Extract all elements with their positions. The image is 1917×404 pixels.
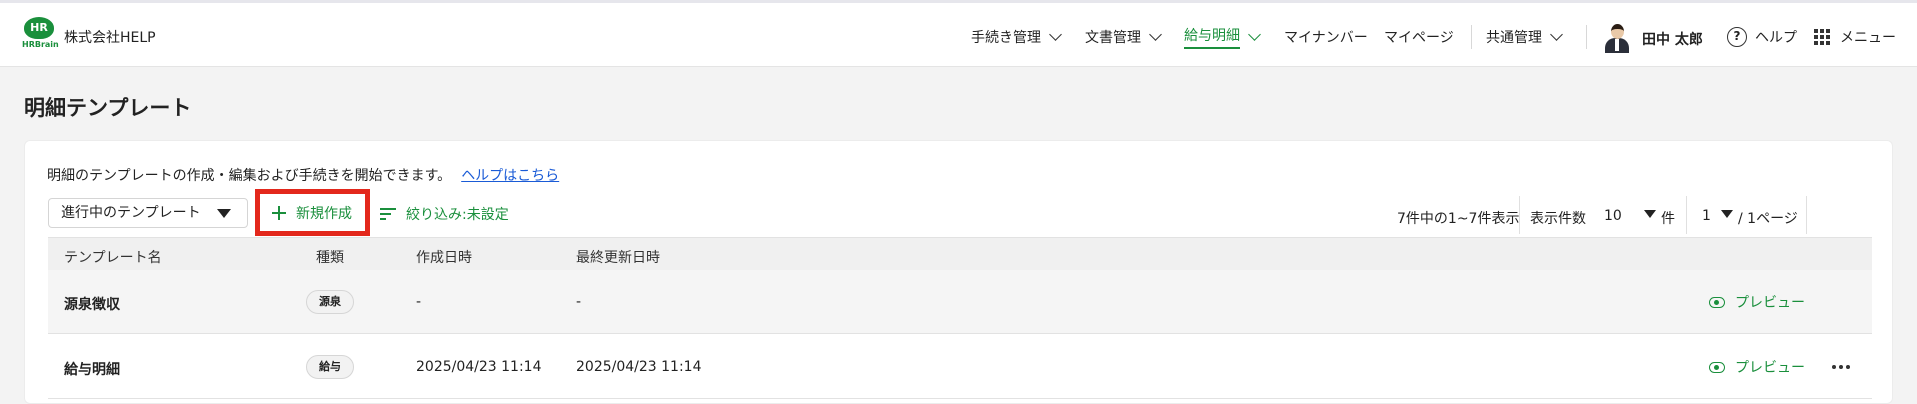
menu-button[interactable]: メニュー	[1814, 27, 1896, 47]
more-dots-icon[interactable]	[1832, 365, 1850, 369]
company-name: 株式会社HELP	[64, 30, 156, 46]
template-name: 給与明細	[64, 362, 120, 378]
preview-label: プレビュー	[1735, 295, 1805, 311]
nav-item-mypage[interactable]: マイページ	[1384, 3, 1454, 70]
filter-lines-icon	[380, 208, 396, 220]
plus-icon	[272, 205, 286, 220]
user-name[interactable]: 田中 太郎	[1642, 29, 1703, 49]
grid-menu-icon	[1814, 29, 1830, 45]
nav-divider	[1586, 25, 1587, 49]
pager-divider	[1806, 196, 1807, 234]
column-header-updated: 最終更新日時	[576, 250, 660, 266]
column-header-type: 種類	[316, 250, 344, 266]
chevron-down-icon	[1049, 27, 1062, 41]
result-count: 7件中の1~7件表示	[1397, 211, 1520, 227]
nav-item-label: 手続き管理	[971, 29, 1041, 46]
chevron-down-icon	[1149, 27, 1162, 41]
updated-at: -	[576, 294, 582, 310]
description-text: 明細のテンプレートの作成・編集および手続きを開始できます。	[47, 168, 452, 184]
page-title: 明細テンプレート	[24, 96, 192, 120]
logo-wordmark: HRBrain	[22, 40, 59, 49]
preview-button[interactable]: プレビュー	[1709, 357, 1805, 377]
per-page-select[interactable]: 10	[1604, 208, 1622, 224]
logo-badge: HR	[24, 17, 54, 39]
created-at: -	[416, 294, 422, 310]
nav-item-common-settings[interactable]: 共通管理	[1486, 3, 1563, 70]
nav-item-label: 共通管理	[1486, 29, 1542, 46]
column-header-created: 作成日時	[416, 250, 472, 266]
table-row[interactable]: 給与明細 給与 2025/04/23 11:14 2025/04/23 11:1…	[48, 335, 1872, 399]
menu-label: メニュー	[1840, 30, 1896, 46]
preview-button[interactable]: プレビュー	[1709, 292, 1805, 312]
top-navigation-bar: HR HRBrain 株式会社HELP 手続き管理 文書管理 給与明細 マイナン…	[0, 0, 1917, 67]
nav-divider	[1471, 25, 1472, 49]
nav-item-label: 文書管理	[1085, 29, 1141, 46]
triangle-down-icon	[217, 209, 231, 218]
table-row[interactable]: 源泉徴収 源泉 - - プレビュー	[48, 270, 1872, 334]
chevron-down-icon	[1550, 27, 1563, 41]
new-button-label: 新規作成	[296, 205, 352, 222]
help-link[interactable]: ヘルプはこちら	[461, 168, 559, 184]
filter-label: 絞り込み:未設定	[406, 207, 509, 223]
template-status-select[interactable]: 進行中のテンプレート	[48, 198, 248, 228]
eye-icon	[1709, 296, 1725, 308]
avatar[interactable]	[1603, 21, 1631, 53]
select-value: 進行中のテンプレート	[61, 205, 201, 221]
new-template-button[interactable]: 新規作成	[255, 189, 370, 236]
nav-item-payslip[interactable]: 給与明細	[1184, 3, 1261, 70]
type-badge: 源泉	[306, 290, 354, 314]
nav-item-label: マイナンバー	[1284, 29, 1368, 46]
triangle-down-icon[interactable]	[1721, 210, 1733, 218]
type-badge: 給与	[306, 355, 354, 379]
triangle-down-icon[interactable]	[1644, 210, 1656, 218]
page-select[interactable]: 1	[1702, 208, 1711, 224]
preview-label: プレビュー	[1735, 360, 1805, 376]
help-label: ヘルプ	[1755, 30, 1797, 46]
pager-divider	[1519, 196, 1520, 234]
per-page-label: 表示件数	[1530, 211, 1586, 227]
question-circle-icon: ?	[1727, 27, 1747, 47]
nav-item-label: 給与明細	[1184, 25, 1240, 49]
template-name: 源泉徴収	[64, 297, 120, 313]
page-description: 明細のテンプレートの作成・編集および手続きを開始できます。 ヘルプはこちら	[47, 165, 559, 185]
updated-at: 2025/04/23 11:14	[576, 359, 702, 375]
created-at: 2025/04/23 11:14	[416, 359, 542, 375]
per-page-unit: 件	[1661, 211, 1675, 227]
filter-button[interactable]: 絞り込み:未設定	[380, 204, 509, 224]
help-button[interactable]: ? ヘルプ	[1727, 27, 1797, 47]
pager-divider	[1686, 196, 1687, 234]
page-total: / 1ページ	[1738, 211, 1798, 227]
hrbrain-logo[interactable]: HR HRBrain	[22, 17, 59, 53]
chevron-down-icon	[1248, 27, 1261, 41]
nav-item-mynumber[interactable]: マイナンバー	[1284, 3, 1368, 70]
nav-item-procedures[interactable]: 手続き管理	[971, 3, 1062, 70]
eye-icon	[1709, 361, 1725, 373]
table-header: テンプレート名 種類 作成日時 最終更新日時	[48, 237, 1872, 270]
nav-item-label: マイページ	[1384, 29, 1454, 46]
nav-item-documents[interactable]: 文書管理	[1085, 3, 1162, 70]
column-header-name: テンプレート名	[64, 250, 162, 266]
